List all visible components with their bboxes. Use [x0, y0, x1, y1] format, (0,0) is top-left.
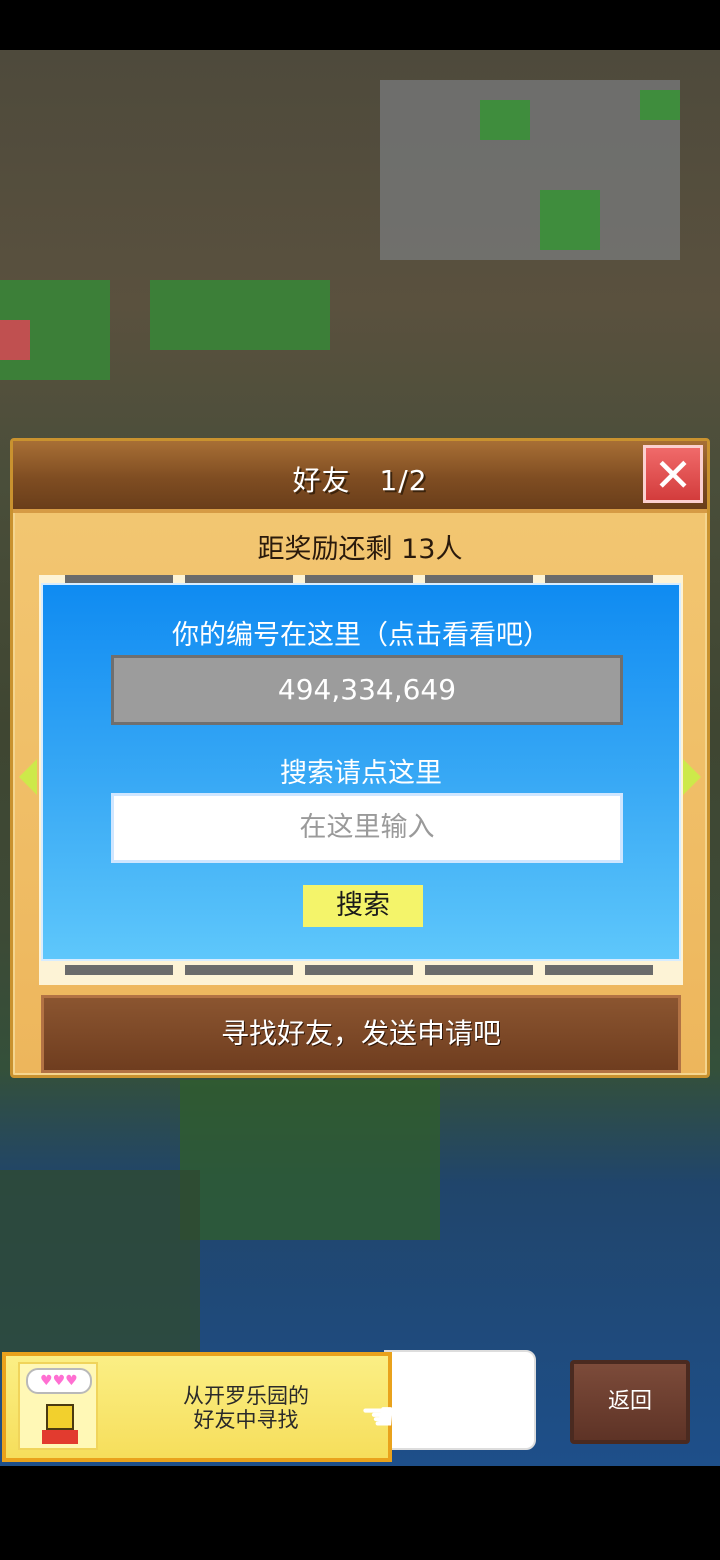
close-x-icon: ✕ [653, 448, 693, 502]
close-button[interactable]: ✕ [643, 445, 703, 503]
kairo-face-icon [46, 1404, 74, 1430]
kairo-line-1: 从开罗乐园的 [183, 1384, 309, 1408]
bottom-divider [65, 965, 655, 975]
arrow-right-icon[interactable] [683, 759, 701, 795]
hearts-icon: ♥♥♥ [26, 1368, 92, 1394]
find-friends-button[interactable]: 寻找好友，发送申请吧 [41, 995, 681, 1073]
kairo-line-2: 好友中寻找 [193, 1408, 299, 1432]
friends-dialog: 好友 1/2 ✕ 距奖励还剩 13人 你的编号在这里（点击看看吧） 494,33… [10, 438, 710, 1078]
search-label: 搜索请点这里 [280, 758, 442, 789]
dialog-title: 好友 1/2 [292, 464, 428, 497]
search-button[interactable]: 搜索 [303, 885, 423, 927]
dialog-header: 好友 1/2 ✕ [13, 441, 707, 513]
arrow-left-icon[interactable] [19, 759, 37, 795]
kairo-friends-card[interactable]: ♥♥♥ 从开罗乐园的 好友中寻找 ☚ [2, 1352, 396, 1462]
avatar: ♥♥♥ [18, 1362, 98, 1450]
back-button[interactable]: 返回 [570, 1360, 690, 1444]
kairo-body-icon [42, 1430, 78, 1444]
reward-remaining-text: 距奖励还剩 13人 [257, 534, 463, 565]
navigation-bar [0, 1466, 720, 1560]
search-input[interactable]: 在这里输入 [111, 793, 623, 863]
your-id-label: 你的编号在这里（点击看看吧） [172, 620, 550, 651]
tab-panel [384, 1350, 536, 1450]
search-panel: 你的编号在这里（点击看看吧） 494,334,649 搜索请点这里 在这里输入 … [41, 583, 681, 961]
pointing-hand-icon: ☚ [360, 1394, 396, 1440]
your-id-field[interactable]: 494,334,649 [111, 655, 623, 725]
kairo-card-label: 从开罗乐园的 好友中寻找 [166, 1384, 326, 1432]
status-bar [0, 0, 720, 50]
